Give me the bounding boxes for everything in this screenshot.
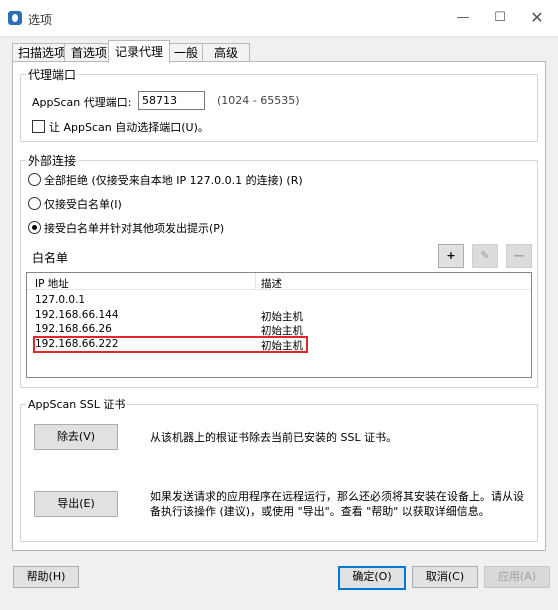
- remove-cert-button[interactable]: 除去(V): [34, 424, 118, 450]
- auto-select-port-label: 让 AppScan 自动选择端口(U)。: [49, 121, 209, 134]
- remove-icon[interactable]: —: [506, 244, 532, 268]
- app-icon: [8, 11, 22, 25]
- proxy-port-label: AppScan 代理端口:: [32, 96, 132, 109]
- table-row-ip[interactable]: 192.168.66.144: [35, 309, 119, 321]
- remove-cert-description: 从该机器上的根证书除去当前已安装的 SSL 证书。: [150, 431, 398, 444]
- tab-preferences[interactable]: 首选项: [64, 43, 114, 62]
- cancel-button[interactable]: 取消(C): [412, 566, 478, 588]
- header-divider: [27, 289, 531, 290]
- export-cert-description-line1: 如果发送请求的应用程序在远程运行，那么还必须将其安装在设备上。请从设: [150, 490, 524, 503]
- table-row-ip[interactable]: 127.0.0.1: [35, 294, 85, 306]
- reject-all-label: 全部拒绝 (仅接受来自本地 IP 127.0.0.1 的连接) (R): [44, 174, 303, 187]
- ok-button[interactable]: 确定(O): [338, 566, 406, 590]
- external-connections-label: 外部连接: [26, 152, 79, 169]
- highlight-box: [33, 336, 308, 353]
- whitelist-prompt-label: 接受白名单并针对其他项发出提示(P): [44, 222, 225, 235]
- tab-general[interactable]: 一般: [166, 43, 206, 62]
- reject-all-radio[interactable]: [28, 173, 41, 186]
- export-cert-description-line2: 备执行该操作 (建议)，或使用 "导出"。查看 "帮助" 以获取详细信息。: [150, 505, 490, 518]
- port-range-hint: (1024 - 65535): [217, 94, 300, 107]
- whitelist-table[interactable]: IP 地址 描述 127.0.0.1 192.168.66.144 初始主机 1…: [26, 272, 532, 378]
- export-cert-button[interactable]: 导出(E): [34, 491, 118, 517]
- table-row-desc[interactable]: 初始主机: [261, 309, 303, 324]
- auto-select-port-checkbox[interactable]: [32, 120, 45, 133]
- title-bar: 选项 — ☐ ✕: [0, 0, 558, 37]
- whitelist-label: 白名单: [32, 251, 69, 265]
- whitelist-prompt-radio[interactable]: [28, 221, 41, 234]
- whitelist-only-radio[interactable]: [28, 197, 41, 210]
- close-button[interactable]: ✕: [514, 5, 558, 31]
- tab-record-proxy[interactable]: 记录代理: [108, 40, 170, 63]
- proxy-port-group-label: 代理端口: [26, 66, 79, 83]
- tab-advanced[interactable]: 高级: [202, 43, 250, 62]
- ssl-cert-group-label: AppScan SSL 证书: [26, 396, 128, 412]
- whitelist-only-label: 仅接受白名单(I): [44, 198, 122, 211]
- add-icon[interactable]: +: [438, 244, 464, 268]
- edit-icon[interactable]: ✎: [472, 244, 498, 268]
- help-button[interactable]: 帮助(H): [13, 566, 79, 588]
- window-title: 选项: [28, 13, 53, 27]
- table-row-ip[interactable]: 192.168.66.26: [35, 323, 112, 335]
- tab-scan-options[interactable]: 扫描选项: [12, 43, 72, 62]
- proxy-port-input[interactable]: 58713: [138, 91, 205, 110]
- column-separator: [255, 273, 256, 289]
- apply-button[interactable]: 应用(A): [484, 566, 550, 588]
